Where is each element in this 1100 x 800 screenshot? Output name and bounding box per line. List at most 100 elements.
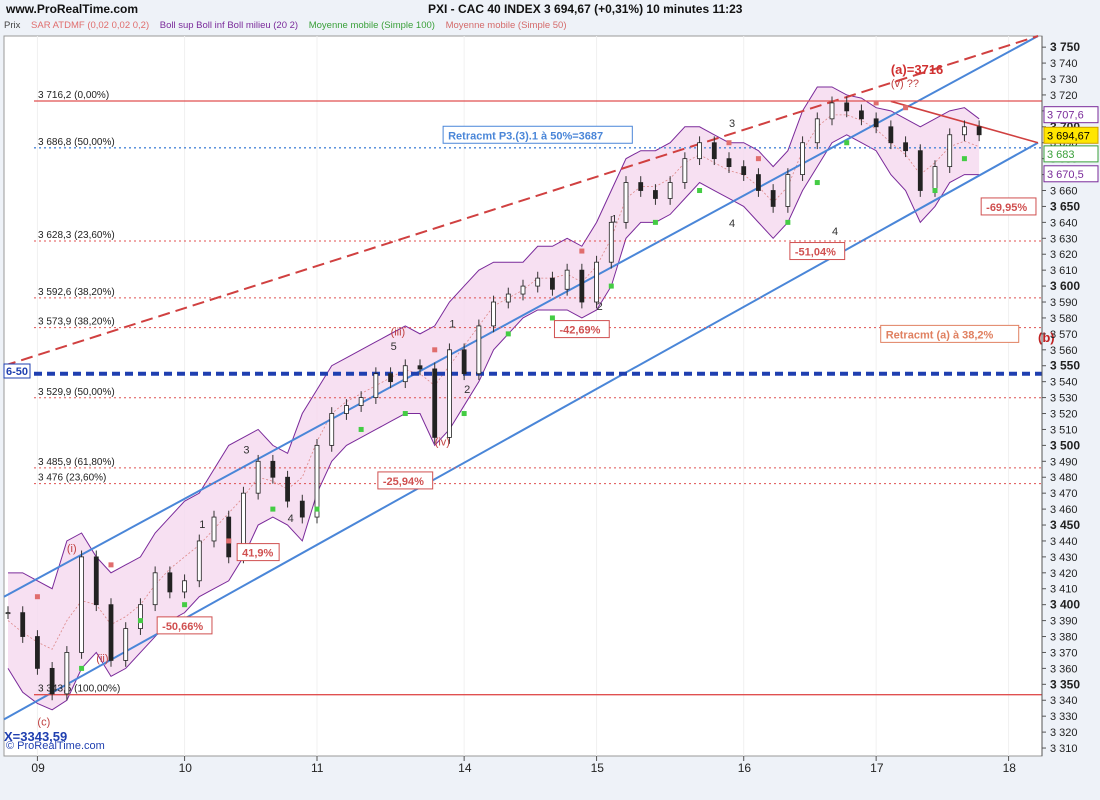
y-tick-label: 3 330 [1050, 711, 1078, 723]
price-bar [388, 373, 393, 383]
y-tick-label: 3 740 [1050, 58, 1078, 70]
sar-dot [461, 411, 467, 417]
price-bar [20, 612, 26, 637]
price-bar [756, 174, 761, 191]
x-tick-label: 16 [738, 761, 752, 775]
price-bar [653, 190, 658, 199]
y-tick-label: 3 410 [1050, 584, 1078, 596]
wave-label: 4 [288, 513, 294, 525]
y-tick-label: 3 600 [1050, 279, 1080, 293]
price-bar [152, 572, 158, 606]
x-axis: 09 10 11 14 15 16 17 18 [31, 756, 1016, 775]
price-bar [888, 126, 894, 144]
price-bar [800, 142, 805, 175]
y-tick-label: 3 540 [1050, 377, 1078, 389]
y-tick-label: 3 340 [1050, 695, 1078, 707]
price-bar [329, 413, 335, 446]
price-bar [564, 269, 570, 290]
wave-label: (a)=3716 [891, 62, 943, 77]
fib-label: 3 573,9 (38,20%) [38, 317, 115, 328]
y-tick-label: 3 460 [1050, 504, 1078, 516]
wave-label: (i) [67, 543, 77, 555]
price-bar [976, 126, 982, 136]
price-bar [859, 110, 864, 120]
sar-dot [785, 219, 791, 225]
price-bar [93, 556, 99, 606]
price-chart[interactable]: 3 716,2 (0,00%) 3 686,8 (50,00%) 3 628,3 (… [0, 0, 1100, 800]
sar-dot [844, 140, 850, 146]
wave-label: 5 [391, 341, 397, 353]
price-bar [270, 460, 276, 478]
price-bar [697, 142, 702, 160]
price-bar [873, 118, 879, 128]
x-tick-label: 14 [458, 761, 472, 775]
sar-dot [873, 100, 879, 106]
wave-label: 4 [729, 218, 735, 230]
y-tick-label: 3 480 [1050, 472, 1078, 484]
y-tick-label: 3 370 [1050, 647, 1078, 659]
price-bar [917, 150, 923, 191]
sar-dot [579, 248, 585, 254]
y-tick-label: 3 550 [1050, 359, 1080, 373]
price-bar [358, 397, 364, 406]
wave-label: (c) [37, 717, 50, 729]
price-bar [491, 301, 496, 327]
price-tag-text: 3 670,5 [1047, 169, 1084, 181]
sar-dot [697, 188, 703, 194]
x-readout: X=3343,59 [4, 729, 67, 744]
wave-label: 2 [597, 301, 603, 313]
y-tick-label: 3 360 [1050, 663, 1078, 675]
price-bar [962, 126, 967, 136]
price-bar [579, 269, 585, 303]
price-bar [932, 166, 938, 191]
label-box-text: -25,94% [383, 476, 424, 488]
price-bar [5, 612, 11, 615]
price-bar [594, 261, 599, 303]
wave-label: 1 [611, 213, 617, 225]
price-bar [711, 142, 717, 160]
y-tick-label: 3 530 [1050, 393, 1078, 405]
price-bar [196, 540, 202, 582]
sar-dot [314, 506, 320, 512]
fib-label: 3 485,9 (61,80%) [38, 457, 115, 468]
sar-dot [79, 665, 85, 671]
wave-label: 3 [243, 444, 249, 456]
y-tick-label: 3 510 [1050, 424, 1078, 436]
price-bar [123, 628, 129, 661]
price-bar [108, 604, 114, 661]
sar-dot [608, 283, 614, 289]
y-tick-label: 3 640 [1050, 217, 1078, 229]
price-bar [35, 636, 40, 669]
sar-dot [108, 562, 114, 568]
sar-dot [432, 347, 438, 353]
price-bar [64, 652, 70, 695]
price-bar [432, 368, 438, 438]
price-bar [623, 182, 629, 223]
wave-label: 1 [199, 519, 205, 531]
price-bar [182, 580, 187, 593]
price-bar [417, 365, 423, 370]
price-bar [476, 325, 482, 375]
price-bar [299, 500, 305, 518]
sar-dot [903, 105, 909, 111]
label-box-text: Retracmt P3.(3).1 à 50%=3687 [448, 130, 603, 142]
y-tick-label: 3 580 [1050, 313, 1078, 325]
sar-dot [549, 315, 555, 321]
sar-dot [358, 426, 364, 432]
y-tick-label: 3 660 [1050, 186, 1078, 198]
label-box-text: -50,66% [162, 621, 203, 633]
price-bar [903, 142, 908, 152]
left-tag: 6-50 [6, 366, 28, 378]
price-bar [285, 476, 290, 502]
price-bar [608, 221, 614, 263]
sar-dot [961, 156, 967, 162]
x-tick-label: 15 [591, 761, 605, 775]
price-bar [402, 365, 408, 383]
y-tick-label: 3 720 [1050, 90, 1078, 102]
sar-dot [182, 602, 188, 608]
wave-label: 1 [449, 319, 455, 331]
y-tick-label: 3 610 [1050, 265, 1078, 277]
price-bar [373, 373, 379, 398]
y-tick-label: 3 420 [1050, 568, 1078, 580]
y-tick-label: 3 380 [1050, 632, 1078, 644]
